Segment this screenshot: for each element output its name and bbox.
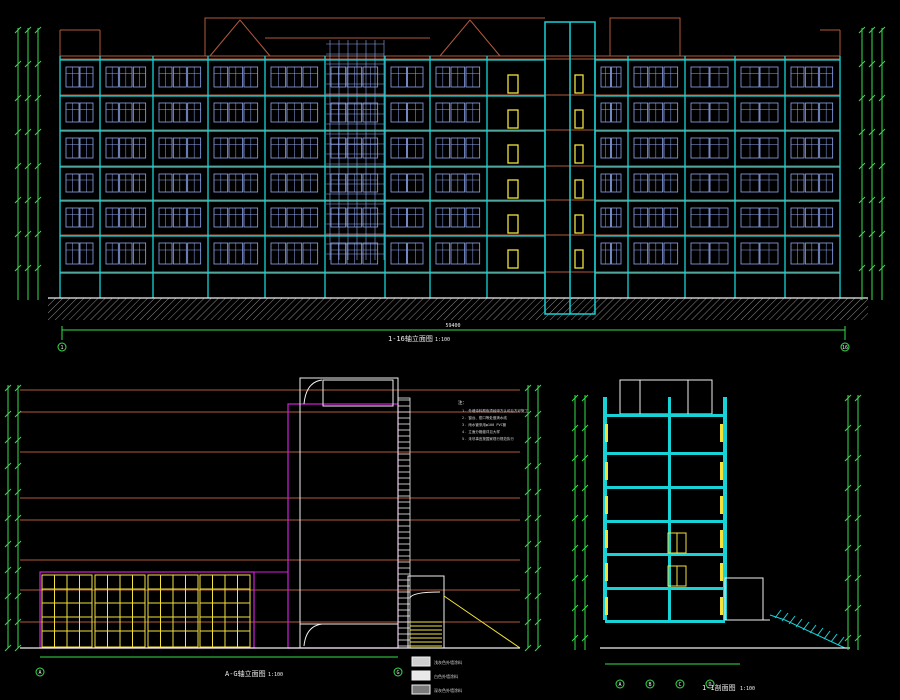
window-section (720, 597, 723, 615)
main-total-dimension: 59400 1 16 (57, 323, 850, 352)
window-section (720, 563, 723, 581)
main-title-block: 1-16轴立面图 1:100 (388, 334, 450, 343)
stair-window (574, 74, 584, 94)
legend-swatch (411, 656, 431, 667)
section-drawing: ABCD 1-1剖面图 1:100 (571, 379, 862, 692)
side-grid-start: A (38, 670, 41, 676)
legend-swatch (411, 684, 431, 695)
side-tower (287, 377, 399, 649)
note-line: 3. 雨水管采用φ100 PVC管 (462, 422, 507, 427)
side-dimension-lines (4, 384, 542, 652)
slab (605, 553, 725, 556)
side-door-bays (41, 574, 251, 648)
window-section (605, 424, 608, 442)
stair-baluster (816, 627, 824, 637)
stair-window (507, 179, 519, 199)
stair-window (574, 249, 584, 269)
stair-baluster (830, 633, 838, 643)
side-elevation: A G A-G轴立面图 1:100 (4, 377, 542, 678)
section-roof (619, 379, 713, 415)
side-elevation-scale: 1:100 (268, 672, 283, 678)
slab (605, 414, 725, 417)
stair-window (507, 214, 519, 234)
grid-end-label: 16 (842, 345, 848, 351)
side-low-wing (39, 571, 288, 649)
stair-window (574, 179, 584, 199)
stair-window (574, 214, 584, 234)
note-line: 5. 未尽事宜按国家现行规范执行 (462, 436, 514, 441)
section-exterior-stairs (769, 609, 846, 649)
main-roof-outline (59, 17, 841, 60)
stair-tower (544, 21, 596, 315)
stair-baluster (837, 636, 845, 646)
legend-label: 白色外墙涂料 (434, 673, 458, 679)
window-section (605, 597, 608, 615)
section-title: 1-1剖面图 (702, 683, 736, 692)
cad-drawing-canvas: 59400 1 16 1-16轴立面图 1:100 A G A-G轴立面图 1:… (4, 17, 886, 695)
legend-block: 注： 1. 外墙涂料颜色须经甲方认可后方可施工 2. 窗台、檐口等处做滴水线 3. … (411, 399, 528, 695)
note-line: 4. 立面分格缝详见大样 (462, 429, 500, 434)
side-base-dim: A G A-G轴立面图 1:100 (35, 656, 403, 678)
stair-window (507, 144, 519, 164)
legend-label: 深灰色外墙涂料 (434, 687, 462, 693)
main-elevation-scale: 1:100 (435, 337, 450, 343)
stair-baluster (795, 618, 803, 628)
notes-heading: 注： (458, 399, 467, 406)
section-scale: 1:100 (740, 686, 755, 692)
slab (605, 620, 725, 623)
window-section (605, 496, 608, 514)
legend-label: 浅灰色外墙涂料 (434, 659, 462, 665)
main-ground-hatch (48, 298, 868, 320)
section-grid-label: C (678, 682, 681, 688)
window-section (720, 462, 723, 480)
side-grid-end: G (396, 670, 399, 676)
side-steps (410, 620, 442, 648)
slab (605, 520, 725, 523)
section-grid-label: B (648, 682, 651, 688)
slab (605, 486, 725, 489)
window-section (605, 563, 608, 581)
stair-baluster (802, 621, 810, 631)
stair-window (574, 109, 584, 129)
grid-start-label: 1 (60, 345, 63, 351)
window-section (720, 424, 723, 442)
legend-swatch (411, 670, 431, 681)
section-floor-slabs (605, 414, 725, 623)
main-window-grid (65, 40, 834, 265)
slab (605, 587, 725, 590)
side-elevation-title: A-G轴立面图 (225, 669, 266, 678)
main-elevation: 59400 1 16 1-16轴立面图 1:100 (14, 17, 886, 352)
wall-mid (668, 397, 671, 620)
section-walls (603, 397, 727, 620)
note-line: 1. 外墙涂料颜色须经甲方认可后方可施工 (462, 408, 528, 413)
stair-window (507, 249, 519, 269)
stair-baluster (823, 630, 831, 640)
window-section (720, 530, 723, 548)
section-annex (724, 577, 770, 621)
stair-window (507, 109, 519, 129)
section-grid-label: A (618, 682, 621, 688)
window-section (720, 496, 723, 514)
main-total-dim-text: 59400 (445, 323, 460, 329)
window-section (605, 530, 608, 548)
stair-baluster (809, 624, 817, 634)
slab (605, 452, 725, 455)
section-base-dim: ABCD 1-1剖面图 1:100 (605, 663, 755, 692)
stair-window (507, 74, 519, 94)
stair-window (574, 144, 584, 164)
main-elevation-title: 1-16轴立面图 (388, 334, 433, 343)
window-section (605, 462, 608, 480)
stair-baluster (774, 609, 782, 619)
stair-rail (769, 614, 846, 649)
note-line: 2. 窗台、檐口等处做滴水线 (462, 415, 507, 420)
